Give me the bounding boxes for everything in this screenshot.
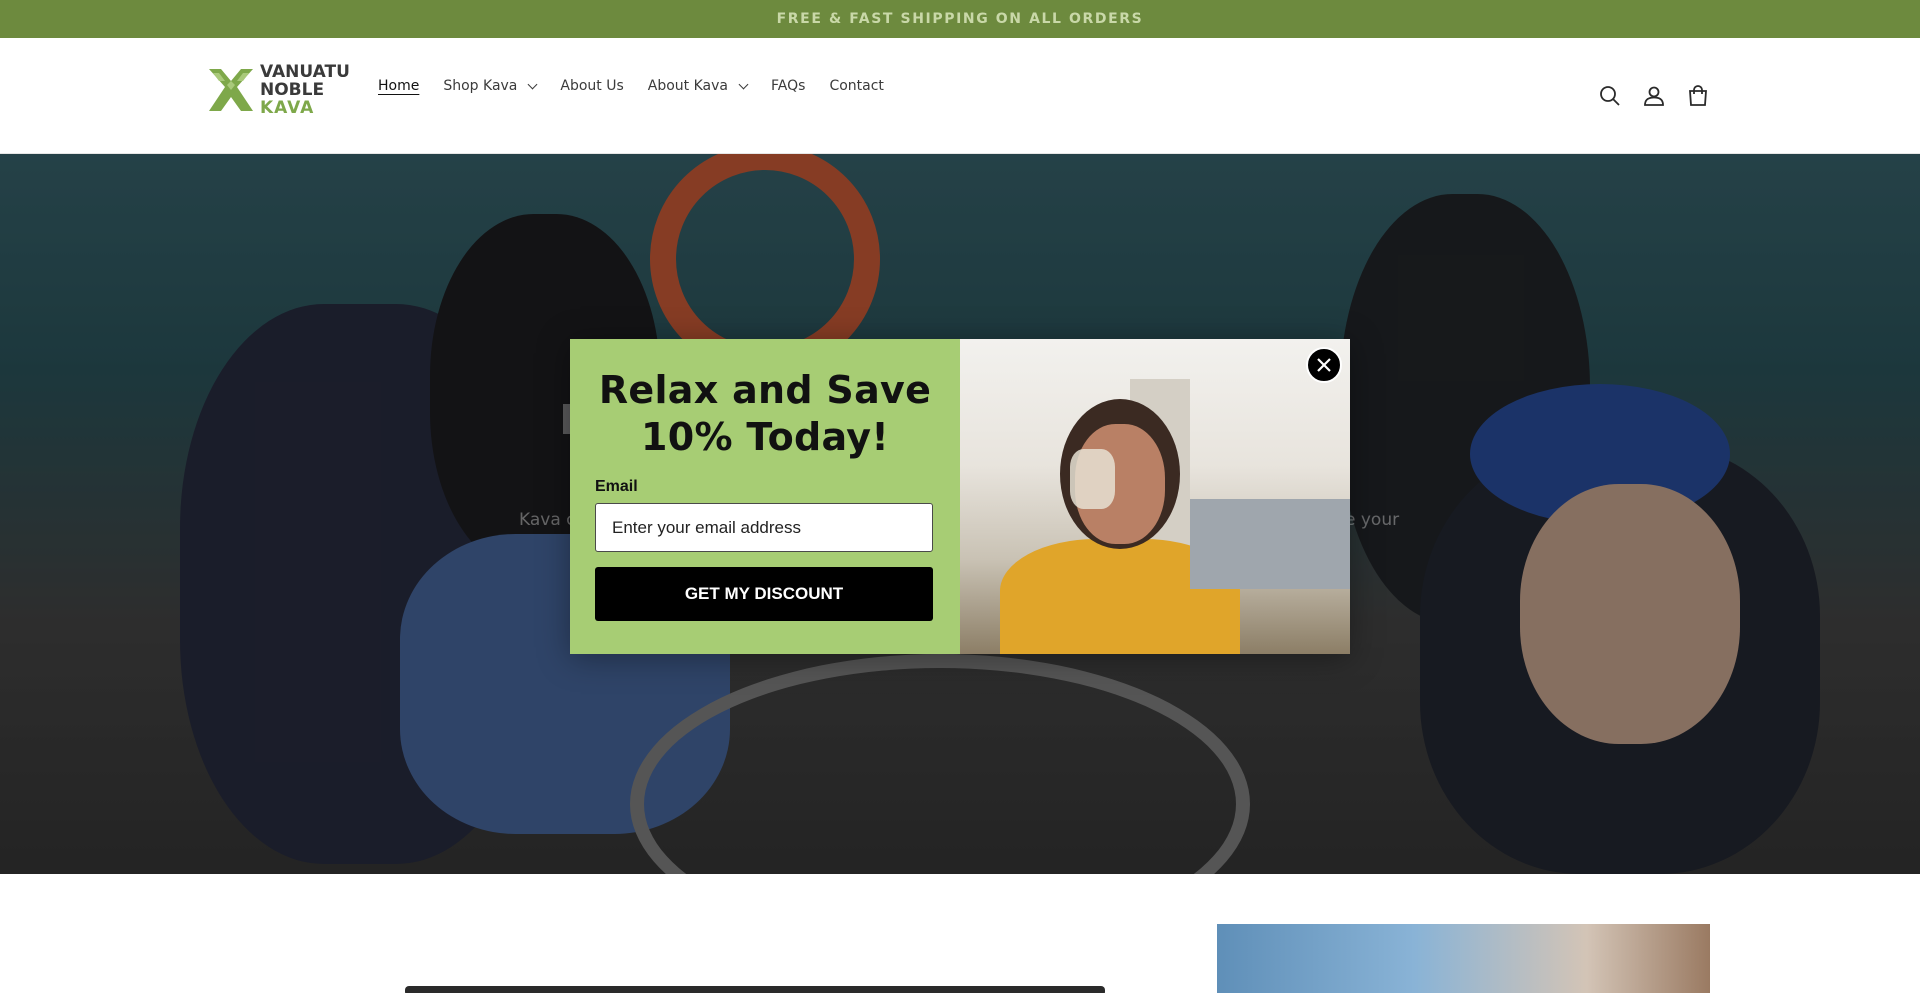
nav-item-label: Contact [829, 78, 884, 94]
cart-icon [1689, 85, 1707, 106]
discount-popup: Relax and Save 10% Today! Email GET MY D… [570, 339, 1350, 654]
nav-item-contact[interactable]: Contact [829, 78, 883, 94]
popup-photo-shape [1070, 449, 1115, 509]
main-nav: Home Shop Kava About Us About Kava FAQs … [378, 76, 908, 96]
section-image [1217, 924, 1710, 993]
email-label: Email [595, 478, 638, 495]
logo-line-2: NOBLE [260, 80, 325, 100]
nav-item-about-us[interactable]: About Us [560, 78, 623, 94]
nav-item-shop-kava[interactable]: Shop Kava [443, 78, 538, 94]
close-icon [1317, 358, 1331, 372]
close-popup-button[interactable] [1306, 347, 1342, 383]
kava-leaf-logo-icon [209, 69, 253, 111]
logo-line-3: KAVA [260, 98, 315, 118]
nav-item-about-kava[interactable]: About Kava [647, 78, 749, 94]
chevron-down-icon [738, 79, 749, 89]
popup-photo-shape [1190, 499, 1350, 589]
hero-text-left: Kava c [519, 510, 576, 530]
nav-item-label: FAQs [771, 78, 806, 94]
nav-item-label: About Kava [647, 78, 729, 94]
nav-item-label: Shop Kava [443, 78, 518, 94]
popup-form-panel: Relax and Save 10% Today! Email GET MY D… [570, 339, 960, 654]
nav-item-faqs[interactable]: FAQs [771, 78, 805, 94]
get-discount-button[interactable]: GET MY DISCOUNT [595, 567, 933, 621]
logo-line-1: VANUATU [260, 62, 350, 82]
header-icons [1596, 82, 1728, 110]
search-icon [1600, 86, 1620, 106]
nav-item-label: About Us [560, 78, 624, 94]
hero-text-right: e your [1345, 510, 1400, 530]
account-button[interactable] [1640, 82, 1668, 110]
announcement-text: FREE & FAST SHIPPING ON ALL ORDERS [776, 11, 1144, 27]
nav-item-home[interactable]: Home [378, 78, 419, 94]
popup-title: Relax and Save 10% Today! [598, 368, 932, 459]
account-icon [1644, 86, 1664, 106]
section-heading-fragment [405, 986, 1105, 993]
content-section [0, 874, 1920, 993]
announcement-bar: FREE & FAST SHIPPING ON ALL ORDERS [0, 0, 1920, 38]
cart-button[interactable] [1684, 82, 1712, 110]
search-button[interactable] [1596, 82, 1624, 110]
site-logo[interactable]: VANUATU NOBLE KAVA [207, 63, 357, 123]
logo-text: VANUATU NOBLE KAVA [260, 63, 350, 117]
chevron-down-icon [527, 79, 538, 89]
nav-item-label: Home [378, 78, 420, 94]
popup-image [960, 339, 1350, 654]
email-field[interactable] [595, 503, 933, 552]
site-header: VANUATU NOBLE KAVA Home Shop Kava About … [0, 38, 1920, 154]
